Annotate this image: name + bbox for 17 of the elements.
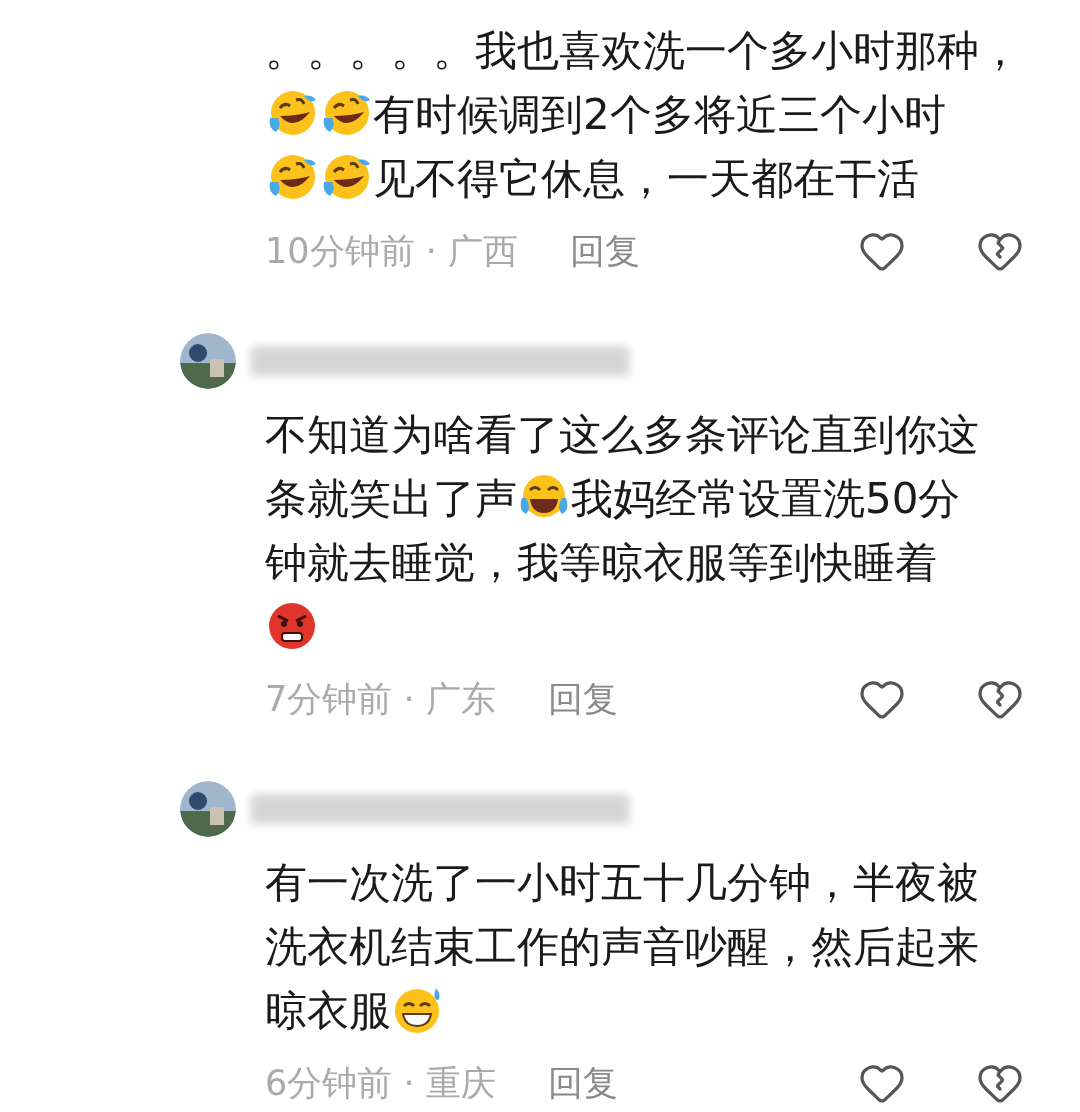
comment-text: 钟就去睡觉，我等晾衣服等到快睡着	[265, 536, 937, 589]
reply-link[interactable]: 回复	[547, 672, 618, 726]
comment-text: 晾衣服	[265, 984, 391, 1037]
comment-time-location: 6分钟前 · 重庆	[265, 1061, 496, 1105]
comment-text: 。。。。。我也喜欢洗一个多小时那种，	[265, 24, 1021, 77]
comment-text: 洗衣机结束工作的声音吵醒，然后起来	[265, 920, 979, 973]
comment-text: 有一次洗了一小时五十几分钟，半夜被	[265, 856, 979, 909]
reply-link[interactable]: 回复	[569, 224, 640, 278]
comment-text: 有时候调到2个多将近三个小时	[373, 88, 946, 141]
reply-link[interactable]: 回复	[547, 1056, 618, 1110]
comment-text: 条就笑出了声	[265, 472, 517, 525]
angry-face-icon	[266, 600, 318, 652]
comment-time-location: 7分钟前 · 广东	[265, 677, 496, 721]
comment-text: 不知道为啥看了这么多条评论直到你这	[265, 408, 979, 461]
comment-text: 我妈经常设置洗50分	[571, 472, 961, 525]
comment-time-location: 10分钟前 · 广西	[265, 229, 518, 273]
comment-text: 见不得它休息，一天都在干活	[373, 152, 919, 205]
